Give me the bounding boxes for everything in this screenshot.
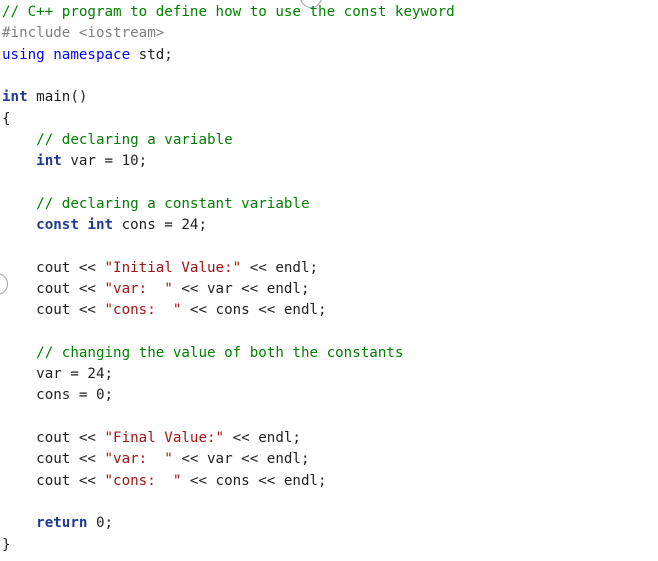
code-token-string: "var: ": [104, 280, 173, 297]
code-token-comment: // declaring a variable: [2, 131, 233, 148]
code-line[interactable]: // changing the value of both the consta…: [2, 343, 403, 364]
code-line[interactable]: const int cons = 24;: [2, 215, 207, 236]
code-token-plain: << var << endl;: [172, 451, 310, 468]
code-token-type: const: [36, 217, 79, 233]
code-line[interactable]: cons = 0;: [2, 385, 113, 406]
code-token-plain: }: [2, 536, 11, 553]
code-line[interactable]: using namespace std;: [2, 45, 173, 66]
code-token-plain: cout <<: [2, 472, 105, 489]
code-line[interactable]: // declaring a constant variable: [2, 194, 310, 215]
code-token-type: int: [36, 153, 62, 170]
code-token-plain: std;: [130, 46, 173, 63]
code-line[interactable]: cout << "cons: " << cons << endl;: [2, 300, 327, 321]
code-token-plain: cout <<: [2, 451, 105, 468]
code-token-comment: // declaring a constant variable: [2, 195, 310, 212]
code-token-plain: cout <<: [2, 280, 105, 297]
code-token-plain: cout <<: [2, 259, 105, 276]
code-line[interactable]: cout << "Final Value:" << endl;: [2, 428, 301, 449]
code-token-plain: << cons << endl;: [181, 472, 327, 489]
code-line[interactable]: cout << "var: " << var << endl;: [2, 279, 310, 300]
code-line[interactable]: #include <iostream>: [2, 23, 164, 44]
code-token-keyword: namespace: [53, 46, 131, 63]
code-editor[interactable]: // C++ program to define how to use the …: [0, 0, 658, 561]
code-token-plain: cons = 24;: [113, 217, 208, 233]
code-token-plain: var = 24;: [2, 366, 114, 383]
code-token-comment: // changing the value of both the consta…: [2, 344, 404, 361]
code-token-plain: main(): [27, 89, 88, 106]
code-line[interactable]: cout << "cons: " << cons << endl;: [2, 471, 327, 492]
code-line[interactable]: // C++ program to define how to use the …: [2, 2, 455, 23]
code-token-plain: << endl;: [224, 430, 301, 446]
code-token-plain: {: [2, 110, 11, 127]
code-token-string: "cons: ": [104, 302, 182, 319]
code-line[interactable]: return 0;: [2, 513, 113, 534]
code-line[interactable]: // declaring a variable: [2, 130, 233, 151]
code-token-comment: // C++ program to define how to use the …: [2, 4, 455, 20]
code-token-string: "Initial Value:": [104, 259, 242, 276]
code-token-plain: 0;: [87, 515, 114, 532]
code-token-plain: cout <<: [2, 430, 105, 446]
code-line[interactable]: {: [2, 109, 11, 130]
code-token-plain: var = 10;: [61, 153, 148, 170]
code-token-type: return: [36, 515, 88, 532]
code-token-string: "var: ": [104, 451, 173, 468]
code-token-keyword: using: [2, 46, 45, 63]
code-token-preproc: #include <iostream>: [2, 25, 165, 42]
code-token-plain: << cons << endl;: [181, 302, 327, 319]
code-token-plain: << var << endl;: [172, 280, 310, 297]
code-token-plain: cons = 0;: [2, 387, 114, 404]
code-line[interactable]: var = 24;: [2, 364, 113, 385]
code-line[interactable]: cout << "Initial Value:" << endl;: [2, 258, 318, 279]
code-token-type: int: [87, 217, 114, 233]
code-token-string: "cons: ": [104, 472, 182, 489]
code-token-plain: cout <<: [2, 302, 105, 319]
code-token-type: int: [2, 89, 28, 106]
code-line[interactable]: int main(): [2, 87, 87, 108]
code-line[interactable]: cout << "var: " << var << endl;: [2, 449, 310, 470]
code-token-string: "Final Value:": [104, 430, 225, 446]
code-token-plain: << endl;: [241, 259, 319, 276]
code-line[interactable]: int var = 10;: [2, 151, 147, 172]
code-line[interactable]: }: [2, 535, 11, 556]
